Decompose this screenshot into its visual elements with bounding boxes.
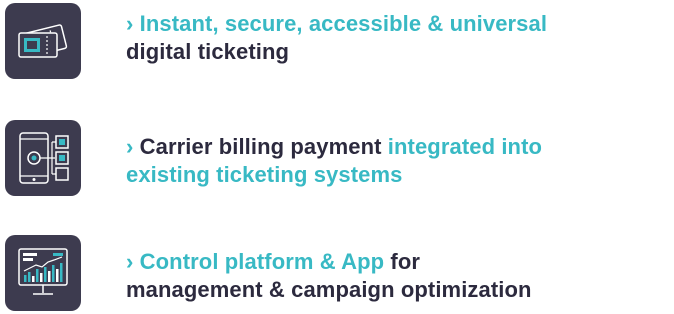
feature-line-2: management & campaign optimization bbox=[126, 276, 670, 304]
feature-text: › Carrier billing payment integrated int… bbox=[126, 133, 670, 189]
feature-line-1: › Control platform & App for bbox=[126, 248, 670, 276]
feature-line-1: › Instant, secure, accessible & universa… bbox=[126, 10, 670, 38]
feature-control-platform: › Control platform & App for management … bbox=[0, 234, 674, 314]
feature-carrier-billing: › Carrier billing payment integrated int… bbox=[0, 118, 674, 198]
feature-highlight: › Control platform & App bbox=[126, 249, 385, 274]
feature-highlight: integrated into bbox=[387, 134, 543, 159]
feature-line-2: digital ticketing bbox=[126, 38, 670, 66]
feature-text-segment: Carrier billing payment bbox=[133, 134, 388, 159]
feature-text: › Instant, secure, accessible & universa… bbox=[126, 10, 670, 66]
feature-text-segment: for bbox=[384, 249, 421, 274]
feature-text-segment: digital ticketing bbox=[126, 39, 290, 64]
feature-text: › Control platform & App for management … bbox=[126, 248, 670, 304]
feature-text-segment: management & campaign optimization bbox=[126, 277, 532, 302]
feature-digital-ticketing: › Instant, secure, accessible & universa… bbox=[0, 0, 674, 80]
ticket-icon bbox=[5, 3, 81, 79]
mobile-payment-icon bbox=[5, 120, 81, 196]
feature-highlight: › Instant, secure, accessible & universa… bbox=[126, 11, 548, 36]
feature-line-1: › Carrier billing payment integrated int… bbox=[126, 133, 670, 161]
feature-highlight: existing ticketing systems bbox=[126, 162, 403, 187]
analytics-monitor-icon bbox=[5, 235, 81, 311]
feature-line-2: existing ticketing systems bbox=[126, 161, 670, 189]
